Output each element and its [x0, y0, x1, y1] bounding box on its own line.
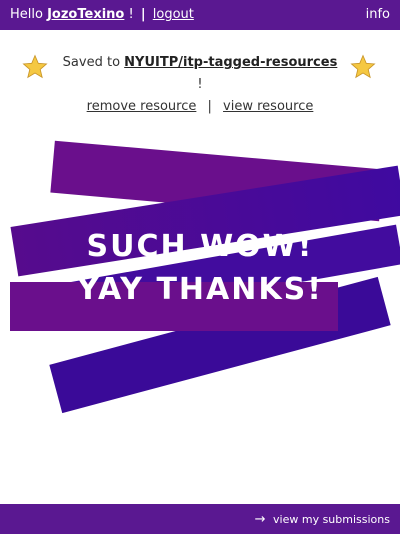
greeting-exclaim: ! [128, 7, 134, 22]
logout-link[interactable]: logout [153, 7, 194, 22]
celebration-line-2: YAY THANKS! [77, 272, 323, 307]
star-icon [22, 54, 48, 79]
greeting: Hello JozoTexino ! | logout [10, 7, 194, 22]
saved-prefix: Saved to [62, 55, 121, 70]
saved-suffix: ! [197, 77, 203, 92]
view-resource-link[interactable]: view resource [223, 99, 313, 114]
view-submissions-link[interactable]: → view my submissions [255, 512, 390, 527]
view-submissions-label: view my submissions [273, 513, 390, 526]
star-icon [350, 54, 376, 79]
repository-link[interactable]: NYUITP/itp-tagged-resources [124, 55, 337, 70]
resource-actions: remove resource | view resource [60, 96, 340, 118]
top-bar: Hello JozoTexino ! | logout info [0, 0, 400, 30]
greeting-text: Hello [10, 7, 43, 22]
right-arrow-icon: → [254, 512, 266, 527]
actions-divider: | [207, 99, 212, 114]
footer-bar: → view my submissions [0, 504, 400, 534]
celebration-line-1: SUCH WOW! [86, 229, 314, 264]
header-separator: | [140, 7, 146, 22]
saved-message: Saved to NYUITP/itp-tagged-resources ! r… [60, 52, 340, 118]
username-link[interactable]: JozoTexino [47, 7, 124, 22]
saved-line: Saved to NYUITP/itp-tagged-resources ! [60, 52, 340, 96]
info-link[interactable]: info [366, 7, 390, 22]
remove-resource-link[interactable]: remove resource [87, 99, 197, 114]
